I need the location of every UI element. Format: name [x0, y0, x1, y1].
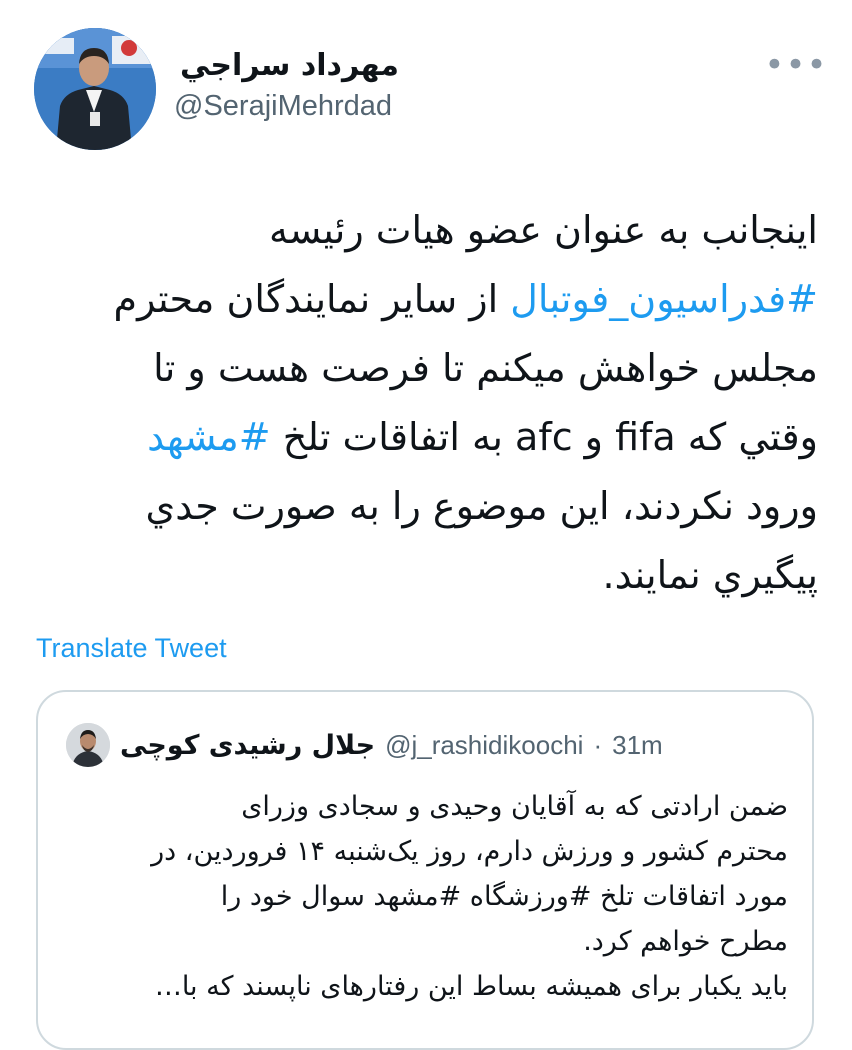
more-options-button[interactable]: •••	[764, 48, 826, 82]
hashtag-link[interactable]: #فدراسیون_فوتبال	[510, 277, 818, 321]
tweet-line: #فدراسیون_فوتبال از سایر نمایندگان محترم	[20, 265, 818, 334]
quoted-tweet-timestamp[interactable]: 31m	[612, 730, 663, 761]
tweet-text: اینجانب به عنوان عضو هیات رئیسه #فدراسیو…	[20, 196, 818, 610]
quoted-tweet-header: جلال رشیدی کوچی @j_rashidikoochi · 31m	[66, 722, 772, 768]
tweet-line: ورود نكردند، اين موضوع را به صورت جدي	[145, 484, 818, 528]
separator-dot: ·	[593, 729, 603, 760]
quoted-tweet-card[interactable]: جلال رشیدی کوچی @j_rashidikoochi · 31m ض…	[36, 690, 814, 1050]
more-horizontal-icon: •••	[764, 45, 828, 85]
tweet-line: اینجانب به عنوان عضو هیات رئیسه	[269, 208, 818, 252]
tweet-line: مجلس خواهش میکنم تا فرصت هست و تا	[153, 346, 818, 390]
quoted-author-handle[interactable]: @j_rashidikoochi	[385, 730, 583, 761]
author-name[interactable]: مهرداد سراجي	[180, 48, 399, 83]
translate-tweet-link[interactable]: Translate Tweet	[36, 633, 227, 664]
quoted-author-avatar[interactable]	[66, 723, 110, 767]
author-avatar[interactable]	[34, 28, 156, 150]
quoted-tweet-line: مورد اتفاقات تلخ #ورزشگاه #مشهد سوال خود…	[220, 881, 788, 912]
quoted-author-name[interactable]: جلال رشیدی کوچی	[120, 730, 375, 761]
tweet-line: پيگيري نمايند.	[602, 553, 818, 597]
tweet-text-segment: از سایر نمایندگان محترم	[113, 277, 511, 321]
quoted-tweet-text: ضمن ارادتی که به آقایان وحیدی و سجادی وز…	[68, 784, 788, 1009]
tweet-text-segment: وقتي كه fifa و afc به اتفاقات تلخ	[270, 415, 818, 459]
hashtag-link[interactable]: #مشهد	[147, 415, 271, 459]
quoted-tweet-line: ضمن ارادتی که به آقایان وحیدی و سجادی وز…	[241, 791, 788, 822]
quoted-tweet-line: باید یکبار برای همیشه بساط این رفتارهای …	[154, 971, 788, 1002]
author-handle[interactable]: @SerajiMehrdad	[174, 90, 392, 123]
quoted-tweet-line: مطرح خواهم کرد.	[583, 926, 788, 957]
quoted-tweet-line: محترم کشور و ورزش دارم، روز یک‌شنبه ۱۴ ف…	[151, 836, 788, 867]
tweet-line: وقتي كه fifa و afc به اتفاقات تلخ #مشهد	[20, 403, 818, 472]
